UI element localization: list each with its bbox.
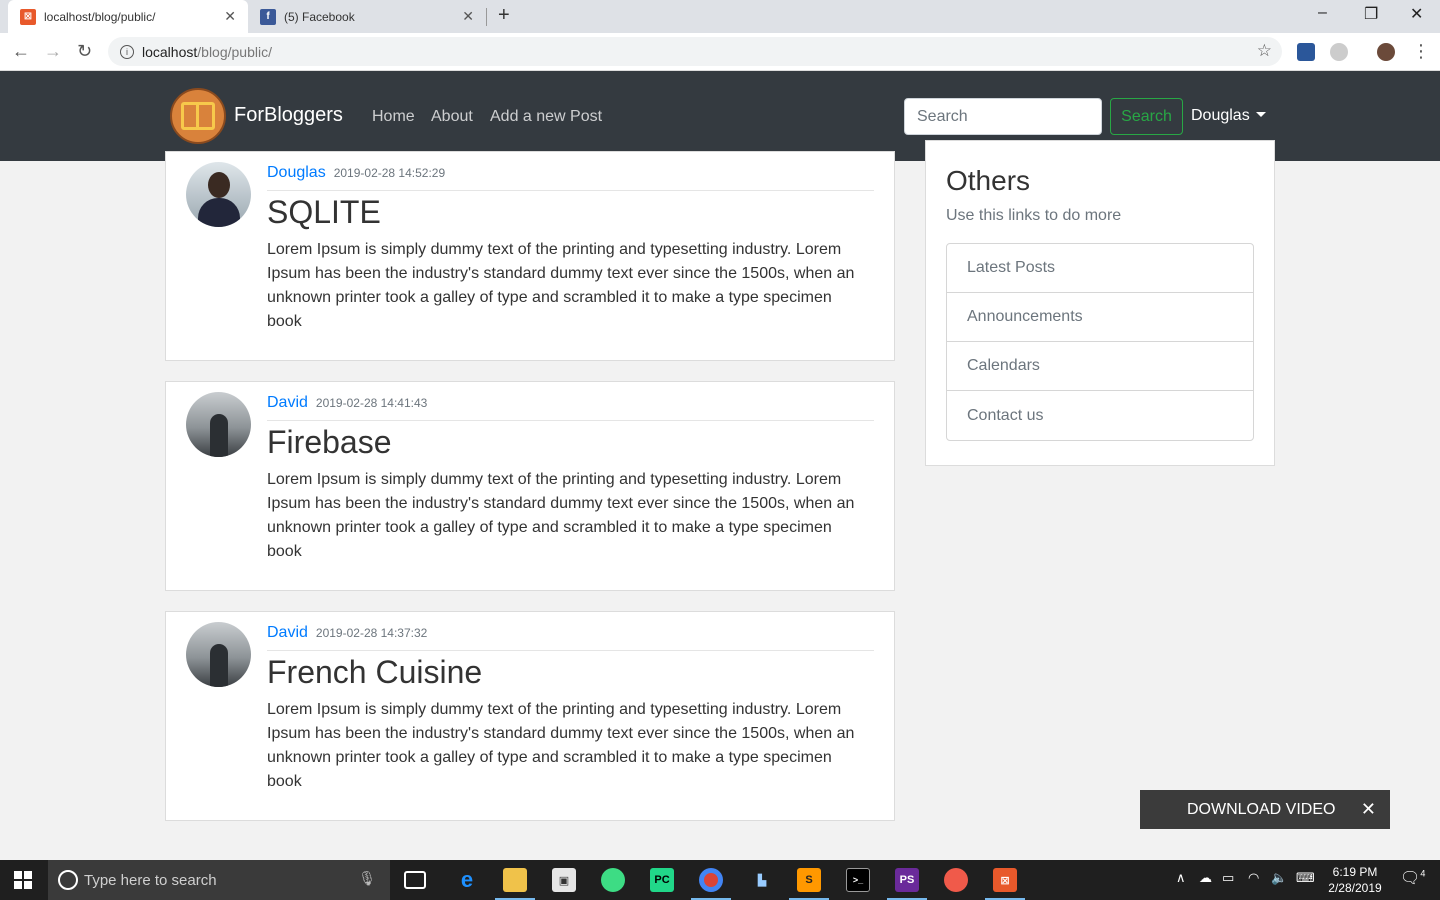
tab-divider <box>486 8 487 26</box>
back-arrow-icon[interactable]: ← <box>12 41 30 62</box>
post-excerpt: Lorem Ipsum is simply dummy text of the … <box>267 471 855 560</box>
volume-muted-icon[interactable]: 🔈 <box>1271 870 1287 886</box>
nav-link-about[interactable]: About <box>431 108 473 126</box>
avatar <box>186 622 251 687</box>
facebook-icon: f <box>260 8 276 25</box>
avatar <box>186 162 251 227</box>
menu-icon[interactable]: ⋮ <box>1412 41 1430 62</box>
post-title[interactable]: French Cuisine <box>267 654 482 691</box>
extension-icon[interactable] <box>1297 43 1315 61</box>
search-button[interactable]: Search <box>1110 98 1183 135</box>
new-tab-button[interactable]: + <box>498 4 510 27</box>
post-author-link[interactable]: David <box>267 394 308 411</box>
sidebar-list: Latest Posts Announcements Calendars Con… <box>946 243 1254 441</box>
profile-avatar[interactable] <box>1377 43 1395 61</box>
wifi-icon[interactable]: ◠ <box>1248 870 1259 886</box>
bookmark-star-icon[interactable]: ☆ <box>1257 41 1272 61</box>
extension-icon[interactable] <box>1330 43 1348 61</box>
browser-toolbar: ← → ↻ i localhost/blog/public/ ☆ ⋮ <box>0 33 1440 71</box>
post-meta: David 2019-02-28 14:41:43 <box>267 394 874 421</box>
post-date: 2019-02-28 14:41:43 <box>315 396 428 410</box>
browser-tab-localhost[interactable]: ⊠ localhost/blog/public/ ✕ <box>8 0 248 33</box>
download-video-label: DOWNLOAD VIDEO <box>1187 800 1336 818</box>
nav-link-home[interactable]: Home <box>372 108 415 126</box>
sidebar-title: Others <box>946 165 1031 196</box>
notification-count: 4 <box>1420 868 1426 879</box>
tab-title: (5) Facebook <box>284 9 355 24</box>
post-title[interactable]: Firebase <box>267 424 392 461</box>
microphone-icon[interactable]: 🎙 <box>358 870 376 887</box>
post-meta: Douglas 2019-02-28 14:52:29 <box>267 164 874 191</box>
chevron-down-icon <box>1255 112 1266 117</box>
close-icon[interactable]: ✕ <box>1361 799 1376 820</box>
taskbar-search-box[interactable]: Type here to search 🎙 <box>48 860 390 900</box>
minimize-button[interactable]: – <box>1318 4 1327 22</box>
avatar <box>186 392 251 457</box>
restore-button[interactable]: ❐ <box>1364 4 1378 24</box>
sidebar-item-contact-us[interactable]: Contact us <box>947 391 1253 440</box>
windows-start-icon[interactable] <box>14 871 32 889</box>
tab-close-icon[interactable]: ✕ <box>224 8 236 25</box>
url-host: localhost <box>142 43 198 60</box>
nav-link-add-post[interactable]: Add a new Post <box>490 108 602 126</box>
sidebar-item-latest-posts[interactable]: Latest Posts <box>947 244 1253 293</box>
android-studio-icon[interactable] <box>601 868 625 892</box>
post-author-link[interactable]: David <box>267 624 308 641</box>
post-card: Douglas 2019-02-28 14:52:29 SQLITE Lorem … <box>165 151 895 361</box>
post-card: David 2019-02-28 14:41:43 Firebase Lorem … <box>165 381 895 591</box>
close-window-button[interactable]: ✕ <box>1410 4 1423 24</box>
user-dropdown[interactable]: Douglas <box>1191 107 1266 125</box>
brand-name[interactable]: ForBloggers <box>234 104 343 127</box>
clock-date: 2/28/2019 <box>1328 881 1382 895</box>
xampp-icon: ⊠ <box>20 8 36 25</box>
pycharm-icon[interactable]: PC <box>650 868 674 892</box>
sidebar-card: Others Use this links to do more Latest … <box>925 140 1275 466</box>
post-card: David 2019-02-28 14:37:32 French Cuisine … <box>165 611 895 821</box>
url-path: /blog/public/ <box>197 43 272 60</box>
info-icon[interactable]: i <box>120 44 134 59</box>
notification-center-icon[interactable]: 🗨4 <box>1400 868 1425 888</box>
address-bar[interactable]: i localhost/blog/public/ ☆ <box>108 37 1282 66</box>
task-view-icon[interactable] <box>404 871 426 889</box>
download-video-button[interactable]: DOWNLOAD VIDEO ✕ <box>1140 790 1390 829</box>
phpstorm-icon[interactable]: PS <box>895 868 919 892</box>
sidebar-item-announcements[interactable]: Announcements <box>947 293 1253 342</box>
search-input[interactable] <box>904 98 1102 135</box>
sidebar-item-calendars[interactable]: Calendars <box>947 342 1253 391</box>
sublime-text-icon[interactable]: S <box>797 868 821 892</box>
clock-time: 6:19 PM <box>1332 865 1378 879</box>
file-explorer-icon[interactable] <box>503 868 527 892</box>
browser-tab-facebook[interactable]: f (5) Facebook ✕ <box>248 0 486 33</box>
xampp-taskbar-icon[interactable]: ⊠ <box>993 868 1017 892</box>
browser-tab-bar: ⊠ localhost/blog/public/ ✕ f (5) Faceboo… <box>0 0 1440 33</box>
windows-taskbar: Type here to search 🎙 e ▣ PC ▙ S >_ PS ⊠… <box>0 860 1440 900</box>
post-excerpt: Lorem Ipsum is simply dummy text of the … <box>267 241 855 330</box>
post-date: 2019-02-28 14:52:29 <box>333 166 446 180</box>
post-date: 2019-02-28 14:37:32 <box>315 626 428 640</box>
book-logo-icon[interactable] <box>170 88 226 144</box>
post-title[interactable]: SQLITE <box>267 194 381 231</box>
onedrive-cloud-icon[interactable]: ☁ <box>1199 870 1212 886</box>
system-clock[interactable]: 6:19 PM 2/28/2019 <box>1322 864 1388 896</box>
post-author-link[interactable]: Douglas <box>267 164 326 181</box>
store-icon[interactable]: ▣ <box>552 868 576 892</box>
forward-arrow-icon[interactable]: → <box>44 41 62 62</box>
tab-title: localhost/blog/public/ <box>44 9 156 24</box>
edge-icon[interactable]: e <box>455 867 479 892</box>
reload-icon[interactable]: ↻ <box>77 41 92 62</box>
post-excerpt: Lorem Ipsum is simply dummy text of the … <box>267 701 855 790</box>
chrome-icon[interactable] <box>699 868 723 892</box>
terminal-icon[interactable]: >_ <box>846 868 870 892</box>
post-meta: David 2019-02-28 14:37:32 <box>267 624 874 651</box>
home-app-icon[interactable] <box>944 868 968 892</box>
taskbar-search-placeholder: Type here to search <box>84 871 217 889</box>
cortana-icon <box>58 870 78 890</box>
user-name: Douglas <box>1191 107 1250 124</box>
tab-close-icon[interactable]: ✕ <box>462 8 474 25</box>
battery-icon[interactable]: ▭ <box>1222 870 1234 886</box>
network-app-icon[interactable]: ▙ <box>750 868 774 892</box>
tray-chevron-up-icon[interactable]: ∧ <box>1176 870 1186 886</box>
sidebar-subtitle: Use this links to do more <box>946 207 1122 224</box>
keyboard-icon[interactable]: ⌨ <box>1296 870 1315 886</box>
